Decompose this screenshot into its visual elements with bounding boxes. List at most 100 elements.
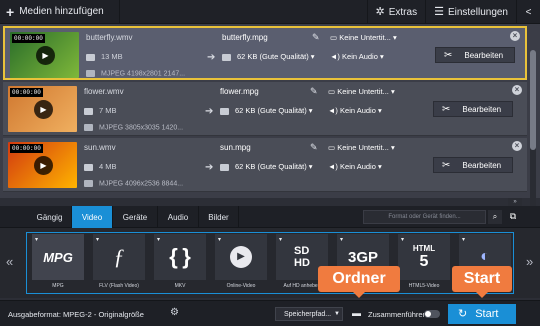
source-size: 4 MB	[84, 162, 117, 171]
folder-icon[interactable]: ▬	[352, 308, 361, 318]
top-toolbar: + Medien hinzufügen ✲ Extras ☰ Einstellu…	[0, 0, 540, 24]
chevron-down-icon: ▼	[334, 311, 340, 317]
video-icon	[84, 124, 93, 131]
flash-icon: ▾ ƒ	[93, 234, 145, 280]
pencil-icon[interactable]: ✎	[310, 142, 318, 153]
gallery-prev-icon[interactable]: «	[6, 254, 13, 269]
subtitles-value: Keine Untertit...	[337, 87, 389, 96]
extras-button[interactable]: ✲ Extras	[366, 0, 426, 24]
output-filename[interactable]: butterfly.mpg	[222, 33, 268, 42]
output-filename[interactable]: flower.mpg	[220, 87, 259, 96]
video-thumbnail[interactable]: 00:00:00 ▶	[10, 32, 79, 78]
audio-dropdown[interactable]: ◄) Kein Audio ▾	[328, 106, 382, 115]
close-icon[interactable]: ×	[512, 85, 522, 95]
tab-4[interactable]: Bilder	[199, 206, 239, 228]
settings-label: Einstellungen	[447, 6, 508, 18]
audio-value: Kein Audio	[340, 106, 376, 115]
gear-icon[interactable]: ⚙	[170, 307, 179, 318]
source-info-value: MJPEG 3805x3035 1420...	[99, 124, 184, 132]
file-row[interactable]: 00:00:00 ▶ flower.wmv 7 MB MJPEG 3805x30…	[3, 82, 527, 136]
subtitles-dropdown[interactable]: ▭ Keine Untertit... ▾	[330, 33, 397, 42]
tab-0[interactable]: Gängig	[28, 206, 72, 228]
tab-1[interactable]: Video	[72, 206, 113, 228]
menu-icon: ☰	[434, 5, 444, 18]
audio-dropdown[interactable]: ◄) Kein Audio ▾	[328, 162, 382, 171]
mpg-icon: ▾ MPG	[32, 234, 84, 280]
format-item[interactable]: ▾{ } MKV	[152, 232, 208, 294]
convert-icon: ↻	[458, 307, 468, 320]
format-item[interactable]: ▾ MPG MPG	[30, 232, 86, 294]
merge-toggle[interactable]	[424, 310, 440, 318]
format-search-input[interactable]: Format oder Gerät finden...	[363, 210, 486, 224]
add-media-button[interactable]: + Medien hinzufügen	[0, 0, 120, 24]
edit-button[interactable]: ✂ Bearbeiten	[433, 101, 513, 117]
output-format-label: Ausgabeformat: MPEG-2 - Originalgröße	[8, 310, 144, 319]
source-filename: butterfly.wmv	[86, 33, 133, 42]
speaker-icon: ◄)	[328, 106, 338, 115]
format-tabbar: Gängig Video Geräte Audio Bilder Format oder…	[0, 206, 540, 228]
audio-value: Kein Audio	[340, 162, 376, 171]
mkv-icon: ▾{ }	[154, 234, 206, 280]
share-icon: <	[525, 6, 532, 18]
source-size: 13 MB	[86, 52, 123, 61]
arrow-right-icon: ➔	[207, 52, 216, 63]
output-size[interactable]: 62 KB (Gute Qualität) ▾	[222, 52, 315, 61]
timecode: 00:00:00	[12, 34, 45, 43]
format-item[interactable]: ▾ HTML 5 HTML5-Video	[396, 232, 452, 294]
settings-button[interactable]: ☰ Einstellungen	[425, 0, 516, 24]
video-thumbnail[interactable]: 00:00:00 ▶	[8, 142, 77, 188]
save-path-dropdown[interactable]: Speicherpfad... ▼	[275, 307, 343, 321]
play-icon[interactable]: ▶	[34, 100, 53, 119]
scissors-icon: ✂	[442, 159, 451, 171]
gallery-next-icon[interactable]: »	[526, 254, 533, 269]
collapse-toggle[interactable]: »	[508, 198, 522, 206]
file-icon	[220, 163, 229, 171]
file-list-scrollbar[interactable]	[530, 50, 536, 220]
start-button[interactable]: ↻ Start	[448, 304, 516, 324]
edit-button[interactable]: ✂ Bearbeiten	[435, 47, 515, 63]
tab-2[interactable]: Geräte	[113, 206, 158, 228]
output-size[interactable]: 62 KB (Gute Qualität) ▾	[220, 106, 313, 115]
timecode: 00:00:00	[10, 144, 43, 153]
folder-callout: Ordner	[318, 266, 400, 298]
close-icon[interactable]: ×	[512, 141, 522, 151]
file-row[interactable]: 00:00:00 ▶ sun.wmv 4 MB MJPEG 4096x2536 …	[3, 138, 527, 192]
online-video-icon: ▾ ▶	[215, 234, 267, 280]
speaker-icon: ◄)	[328, 162, 338, 171]
share-button[interactable]: <	[516, 0, 540, 24]
video-icon	[84, 180, 93, 187]
pencil-icon[interactable]: ✎	[312, 32, 320, 43]
edit-label: Bearbeiten	[464, 50, 504, 60]
start-callout: Start	[452, 266, 512, 298]
audio-dropdown[interactable]: ◄) Kein Audio ▾	[330, 52, 384, 61]
source-filename: flower.wmv	[84, 87, 124, 96]
format-label: Online-Video	[226, 283, 256, 289]
source-size-value: 13 MB	[101, 52, 123, 61]
output-size[interactable]: 62 KB (Gute Qualität) ▾	[220, 162, 313, 171]
play-icon[interactable]: ▶	[36, 46, 55, 65]
output-filename[interactable]: sun.mpg	[220, 143, 251, 152]
output-size-value: 62 KB (Gute Qualität)	[235, 106, 307, 115]
video-thumbnail[interactable]: 00:00:00 ▶	[8, 86, 77, 132]
extras-label: Extras	[388, 6, 418, 18]
format-item[interactable]: ▾ ƒ FLV (Flash Video)	[91, 232, 147, 294]
edit-label: Bearbeiten	[462, 160, 502, 170]
html5-icon: ▾ HTML 5	[398, 234, 450, 280]
format-label: FLV (Flash Video)	[99, 283, 139, 289]
source-size: 7 MB	[84, 106, 117, 115]
edit-button[interactable]: ✂ Bearbeiten	[433, 157, 513, 173]
search-icon[interactable]: ⌕	[488, 210, 502, 224]
subtitles-dropdown[interactable]: ▭ Keine Untertit... ▾	[328, 87, 395, 96]
tab-3[interactable]: Audio	[158, 206, 199, 228]
extras-icon: ✲	[375, 5, 385, 18]
play-icon[interactable]: ▶	[34, 156, 53, 175]
subtitles-dropdown[interactable]: ▭ Keine Untertit... ▾	[328, 143, 395, 152]
subtitle-icon: ▭	[328, 143, 336, 152]
device-detect-icon[interactable]: ⧉	[506, 209, 520, 224]
file-row[interactable]: 00:00:00 ▶ butterfly.wmv 13 MB MJPEG 419…	[3, 26, 527, 80]
pencil-icon[interactable]: ✎	[310, 86, 318, 97]
start-label: Start	[475, 308, 499, 320]
audio-value: Kein Audio	[342, 52, 378, 61]
close-icon[interactable]: ×	[510, 31, 520, 41]
format-item[interactable]: ▾ ▶ Online-Video	[213, 232, 269, 294]
